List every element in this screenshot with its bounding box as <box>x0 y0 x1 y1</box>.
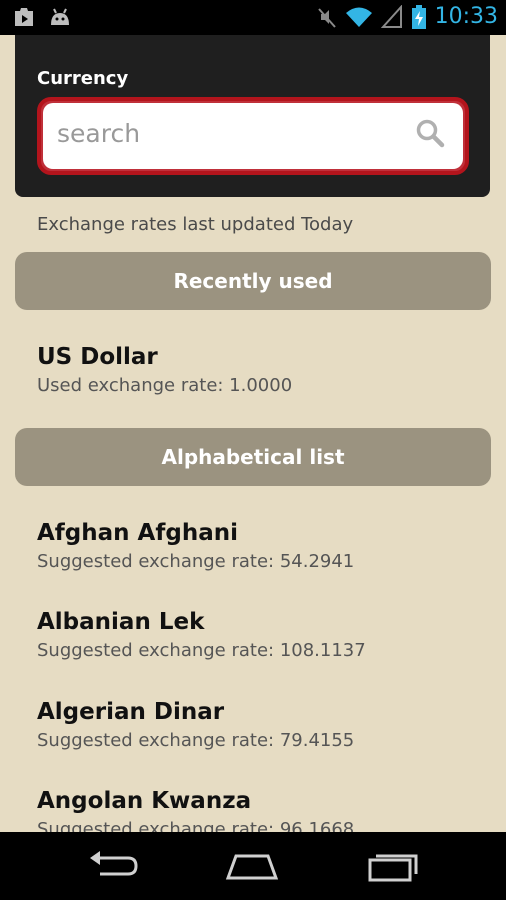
play-store-icon <box>15 8 33 26</box>
exchange-rate: Used exchange rate: 1.0000 <box>37 375 293 396</box>
currency-name: Afghan Afghani <box>37 520 238 546</box>
status-bar: 10:33 <box>0 0 506 35</box>
exchange-rate: Suggested exchange rate: 54.2941 <box>37 551 355 572</box>
wifi-icon <box>345 7 372 27</box>
navigation-bar <box>0 832 506 900</box>
battery-charging-icon <box>411 5 426 29</box>
android-icon <box>51 8 69 25</box>
currency-name: US Dollar <box>37 344 158 370</box>
list-item[interactable]: Angolan Kwanza Suggested exchange rate: … <box>37 787 477 832</box>
exchange-rate: Suggested exchange rate: 96.1668 <box>37 819 355 832</box>
list-item[interactable]: US Dollar Used exchange rate: 1.0000 <box>37 343 477 397</box>
currency-name: Algerian Dinar <box>37 699 225 725</box>
back-icon[interactable] <box>82 848 142 884</box>
mute-icon <box>317 8 336 28</box>
content-area: Currency Exchange rates last updated Tod… <box>0 0 506 832</box>
currency-label: Currency <box>37 68 129 89</box>
list-item[interactable]: Afghan Afghani Suggested exchange rate: … <box>37 519 477 573</box>
search-input[interactable] <box>57 111 397 155</box>
exchange-rate: Suggested exchange rate: 79.4155 <box>37 730 355 751</box>
search-box[interactable] <box>43 103 463 169</box>
exchange-rate: Suggested exchange rate: 108.1137 <box>37 640 366 661</box>
currency-name: Albanian Lek <box>37 609 205 635</box>
last-updated-text: Exchange rates last updated Today <box>37 214 354 235</box>
search-icon[interactable] <box>415 118 445 148</box>
clock: 10:33 <box>434 4 498 29</box>
currency-header-card: Currency <box>15 35 490 197</box>
home-icon[interactable] <box>222 848 282 884</box>
section-header-recently-used: Recently used <box>15 252 491 310</box>
section-header-alphabetical: Alphabetical list <box>15 428 491 486</box>
recents-icon[interactable] <box>364 848 424 884</box>
list-item[interactable]: Algerian Dinar Suggested exchange rate: … <box>37 698 477 752</box>
list-item[interactable]: Albanian Lek Suggested exchange rate: 10… <box>37 608 477 662</box>
search-field[interactable] <box>37 97 469 175</box>
currency-name: Angolan Kwanza <box>37 788 252 814</box>
signal-icon <box>380 5 402 28</box>
